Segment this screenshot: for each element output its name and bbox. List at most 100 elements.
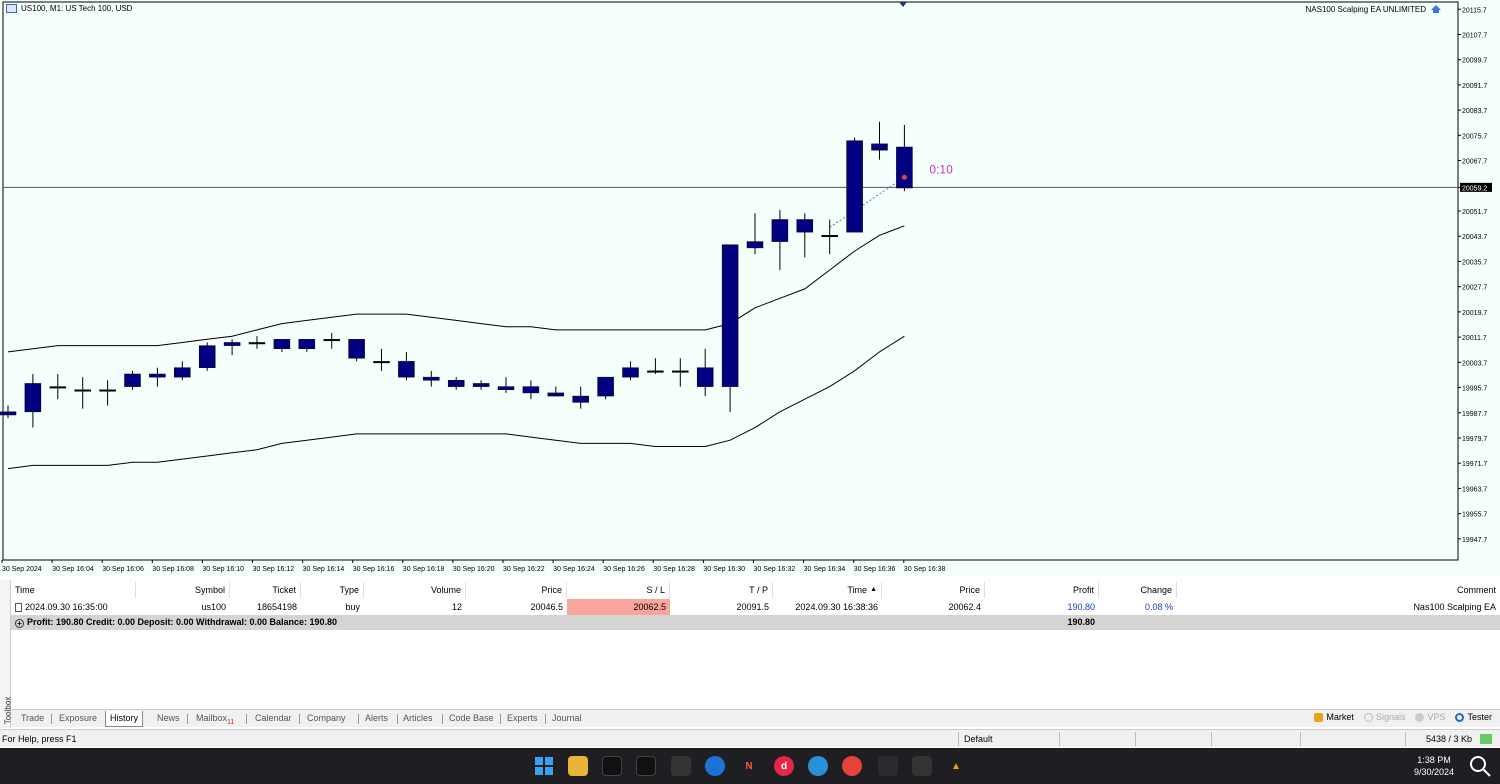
candle-body — [721, 244, 739, 387]
col-symbol[interactable]: Symbol — [136, 582, 230, 598]
candle-body — [174, 367, 191, 378]
col-ticket[interactable]: Ticket — [230, 582, 301, 598]
row-change: 0.08 % — [1144, 602, 1173, 612]
price-tick-label: 19963.7 — [1462, 486, 1487, 493]
tab-separator — [545, 714, 546, 724]
magnifier-icon[interactable] — [1468, 754, 1492, 778]
expert-advisor-label[interactable]: NAS100 Scalping EA UNLIMITED — [1306, 4, 1443, 14]
col-comment[interactable]: Comment — [1177, 582, 1500, 598]
candle-body — [522, 386, 540, 394]
price-tick-label: 20043.7 — [1462, 234, 1487, 241]
row-close-time: 2024.09.30 16:38:36 — [795, 602, 878, 612]
vlc-icon[interactable]: ▲ — [946, 756, 966, 776]
signals-button[interactable]: Signals — [1363, 712, 1406, 722]
row-ticket: 18654198 — [256, 602, 297, 612]
price-tick-label: 20083.7 — [1462, 108, 1487, 115]
tab-trade[interactable]: Trade — [17, 711, 48, 727]
col-change[interactable]: Change — [1099, 582, 1177, 598]
recorder-icon[interactable] — [912, 756, 932, 776]
price-tick-label: 20115.7 — [1462, 7, 1487, 14]
price-tick-label: 20091.7 — [1462, 83, 1487, 90]
taskbar-clock[interactable]: 1:38 PM 9/30/2024 — [1414, 754, 1454, 778]
tab-separator — [397, 714, 398, 724]
tab-mailbox-label: Mailbox — [196, 713, 228, 723]
tab-company[interactable]: Company — [303, 711, 350, 727]
d-app-icon[interactable]: d — [774, 756, 794, 776]
table-header: Time Symbol Ticket Type Volume Price S /… — [11, 582, 1500, 598]
col-close-time-label: Time — [847, 585, 867, 595]
tester-button[interactable]: Tester — [1455, 712, 1492, 722]
row-close-price: 20062.4 — [948, 602, 981, 612]
tab-exposure[interactable]: Exposure — [55, 711, 101, 727]
tester-label: Tester — [1467, 712, 1492, 722]
status-help: For Help, press F1 — [2, 734, 77, 744]
col-profit[interactable]: Profit — [985, 582, 1099, 598]
signals-label: Signals — [1375, 712, 1406, 722]
metatrader-app-icon-2[interactable] — [636, 756, 656, 776]
tab-journal[interactable]: Journal — [548, 711, 586, 727]
windows-taskbar: N d ▲ 1:38 PM 9/30/2024 — [0, 748, 1500, 784]
col-type[interactable]: Type — [301, 582, 364, 598]
trade-arrow-line — [829, 176, 905, 228]
tab-news[interactable]: News — [153, 711, 184, 727]
tab-history[interactable]: History — [105, 711, 144, 727]
tab-separator — [246, 714, 247, 724]
tab-experts[interactable]: Experts — [503, 711, 542, 727]
candle-body — [871, 143, 888, 151]
start-windows-icon[interactable] — [534, 756, 554, 776]
col-price[interactable]: Price — [466, 582, 567, 598]
col-close-time[interactable]: Time ▲ — [773, 582, 882, 598]
period-separator-marker — [899, 2, 907, 7]
price-chart[interactable]: 0:10 20115.7 20107.7 20099.7 20091.7 20083.7 2… — [0, 0, 1500, 576]
tab-code-base[interactable]: Code Base — [445, 711, 498, 727]
chrome-icon[interactable] — [842, 756, 862, 776]
vps-button[interactable]: VPS — [1415, 712, 1445, 722]
tab-articles[interactable]: Articles — [399, 711, 437, 727]
candle-body — [298, 339, 316, 350]
chart-title: US100, M1: US Tech 100, USD — [6, 4, 132, 13]
file-explorer-icon[interactable] — [568, 756, 588, 776]
row-price: 20046.5 — [530, 602, 563, 612]
col-volume[interactable]: Volume — [364, 582, 466, 598]
summary-row[interactable]: + Profit: 190.80 Credit: 0.00 Deposit: 0.… — [11, 615, 1500, 630]
status-separator — [1135, 732, 1136, 746]
market-button[interactable]: Market — [1314, 712, 1354, 722]
price-tick-label: 20075.7 — [1462, 133, 1487, 140]
candle-body — [423, 376, 440, 381]
summary-text: Profit: 190.80 Credit: 0.00 Deposit: 0.0… — [27, 617, 338, 627]
tab-calendar[interactable]: Calendar — [251, 711, 296, 727]
price-tick-label: 19979.7 — [1462, 436, 1487, 443]
tab-alerts[interactable]: Alerts — [361, 711, 392, 727]
price-tick-label: 19971.7 — [1462, 461, 1487, 468]
candle-body — [696, 367, 714, 387]
candle-body — [198, 345, 216, 368]
price-tick-label: 19955.7 — [1462, 512, 1487, 519]
col-time[interactable]: Time — [11, 582, 136, 598]
expand-icon[interactable]: + — [15, 619, 24, 628]
candle-body — [622, 367, 639, 378]
status-separator — [1405, 732, 1406, 746]
candle-body — [647, 370, 664, 373]
metatrader-app-icon[interactable] — [602, 756, 622, 776]
candle-body — [149, 373, 166, 378]
connection-status-icon[interactable] — [1480, 734, 1492, 744]
candle-body — [547, 392, 565, 397]
metatrader5-active-icon[interactable] — [878, 756, 898, 776]
edge-browser-icon[interactable] — [705, 756, 725, 776]
nt-app-icon[interactable]: N — [739, 756, 759, 776]
col-sl[interactable]: S / L — [567, 582, 670, 598]
app-icon-globe[interactable] — [808, 756, 828, 776]
table-row[interactable]: 2024.09.30 16:35:00 us100 18654198 buy 1… — [11, 599, 1500, 615]
col-close-price[interactable]: Price — [882, 582, 985, 598]
mt5-window: 0:10 20115.7 20107.7 20099.7 20091.7 20083.7 2… — [0, 0, 1500, 784]
app-icon[interactable] — [671, 756, 691, 776]
price-tick-label: 19987.7 — [1462, 411, 1487, 418]
col-tp[interactable]: T / P — [670, 582, 773, 598]
status-profile[interactable]: Default — [964, 730, 993, 748]
time-tick-label: 30 Sep 16:36 — [854, 566, 896, 573]
time-tick-label: 30 Sep 16:18 — [403, 566, 445, 573]
tester-gear-icon — [1455, 712, 1465, 722]
service-tabs: Market Signals VPS Tester — [1314, 712, 1492, 722]
tab-mailbox[interactable]: Mailbox11 — [192, 711, 238, 727]
status-separator — [1211, 732, 1212, 746]
